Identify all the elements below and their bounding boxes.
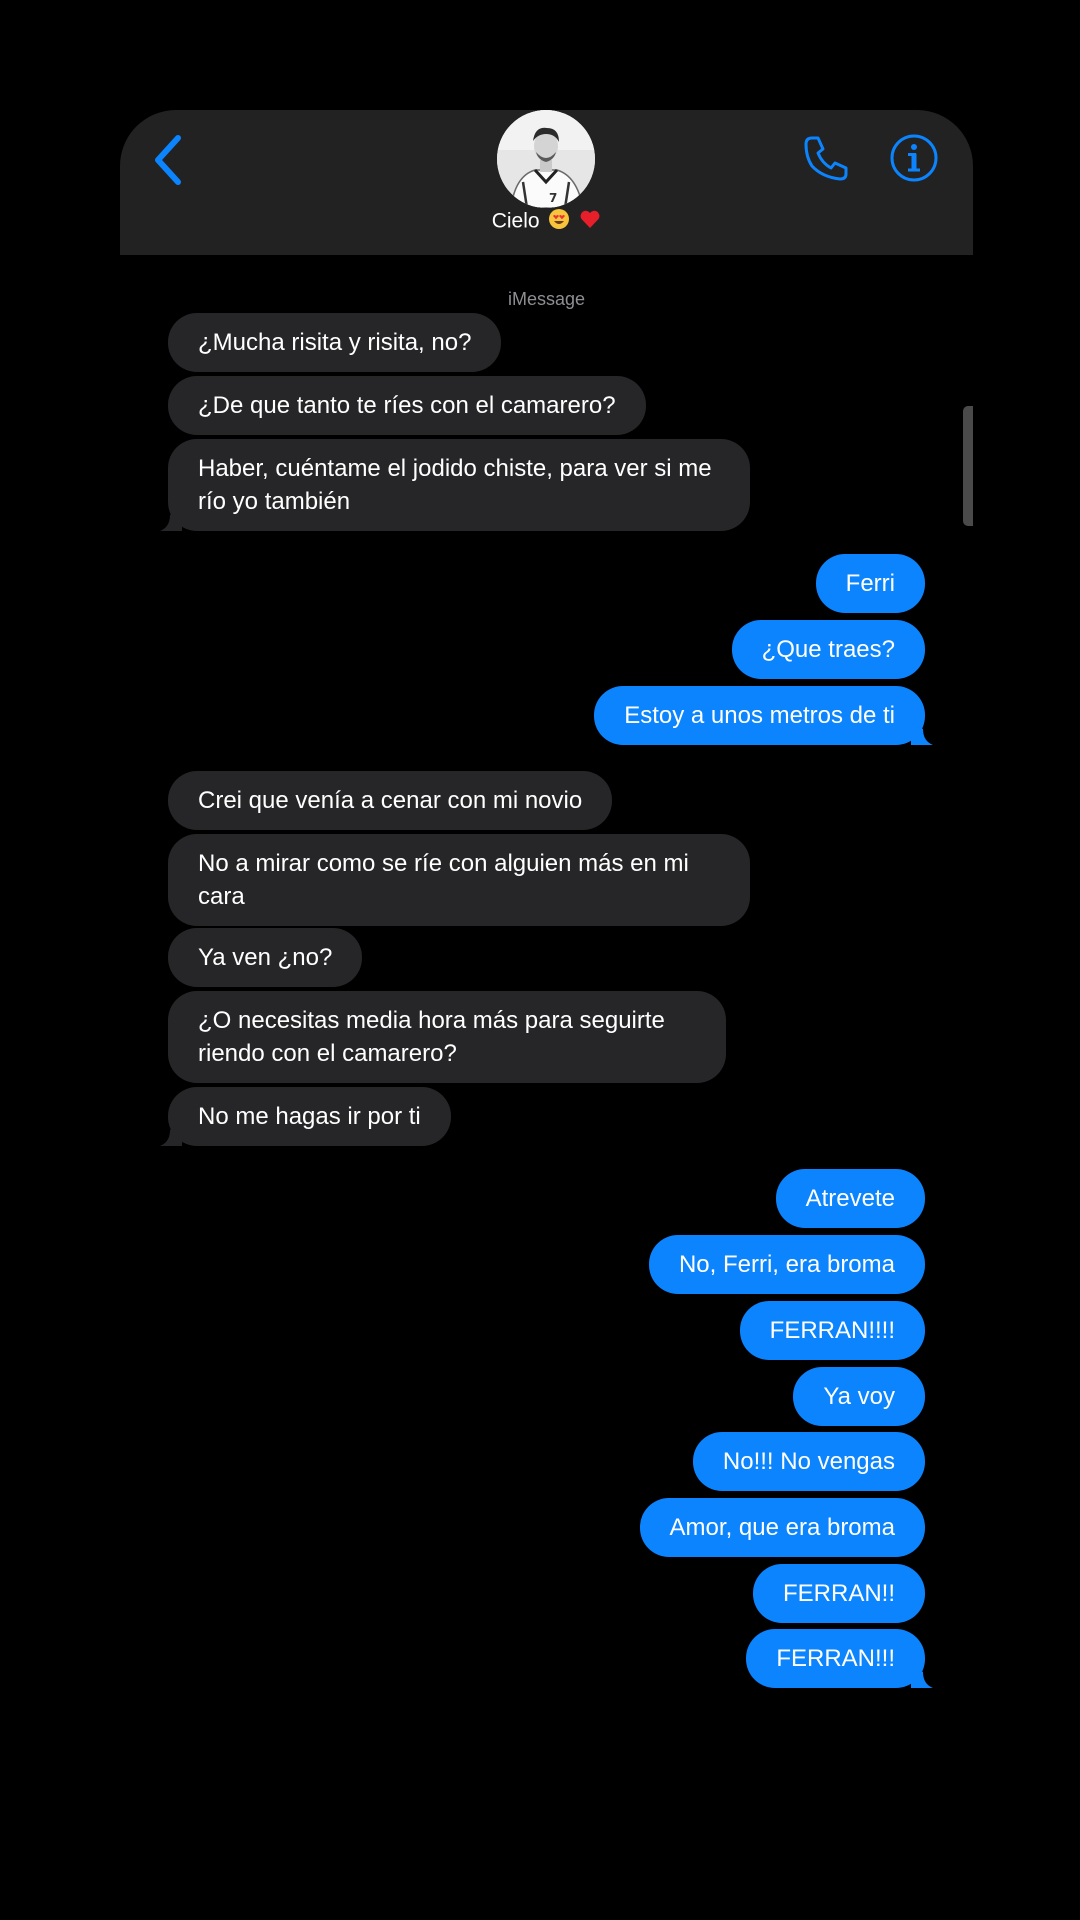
message-bubble-incoming[interactable]: No a mirar como se ríe con alguien más e…	[168, 834, 750, 926]
svg-text:7: 7	[549, 191, 557, 205]
message-bubble-outgoing[interactable]: No!!! No vengas	[692, 1432, 925, 1491]
message-text: Amor, que era broma	[669, 1514, 895, 1541]
info-icon[interactable]	[888, 132, 940, 184]
message-text: ¿O necesitas media hora más para seguirt…	[198, 1007, 665, 1067]
message-bubble-incoming[interactable]: No me hagas ir por ti	[160, 1087, 451, 1146]
message-text: FERRAN!!!	[776, 1645, 895, 1672]
message-bubble-incoming[interactable]: ¿O necesitas media hora más para seguirt…	[168, 991, 726, 1083]
message-text: Ya ven ¿no?	[198, 944, 333, 971]
message-bubble-incoming[interactable]: Crei que venía a cenar con mi novio	[168, 771, 613, 830]
message-text: FERRAN!!	[782, 1580, 895, 1607]
message-bubble-incoming[interactable]: Ya ven ¿no?	[168, 928, 363, 987]
message-bubble-outgoing[interactable]: FERRAN!!!!	[739, 1301, 925, 1360]
message-text: No, Ferri, era broma	[678, 1251, 895, 1278]
phone-icon[interactable]	[798, 130, 854, 186]
message-text: ¿De que tanto te ríes con el camarero?	[198, 392, 616, 419]
conversation-header: 7 Cielo	[120, 110, 973, 255]
message-text: ¿Mucha risita y risita, no?	[198, 329, 472, 356]
message-bubble-incoming[interactable]: Haber, cuéntame el jodido chiste, para v…	[160, 439, 750, 531]
message-text: No me hagas ir por ti	[198, 1103, 421, 1130]
message-bubble-outgoing[interactable]: Estoy a unos metros de ti	[594, 686, 933, 745]
message-text: No!!! No vengas	[722, 1448, 895, 1475]
chevron-left-icon[interactable]	[148, 130, 188, 190]
message-text: No a mirar como se ríe con alguien más e…	[198, 850, 689, 910]
message-bubble-outgoing[interactable]: FERRAN!!!	[746, 1629, 933, 1688]
message-text: Ferri	[845, 570, 895, 597]
message-text: ¿Que traes?	[761, 636, 895, 663]
bubble-tail	[911, 723, 933, 745]
heart-eyes-emoji	[548, 208, 570, 236]
contact-name-text: Cielo	[491, 209, 540, 233]
message-bubble-outgoing[interactable]: Ferri	[815, 554, 925, 613]
message-bubble-outgoing[interactable]: FERRAN!!	[752, 1564, 925, 1623]
message-text: Ya voy	[823, 1383, 895, 1410]
bubble-tail	[160, 509, 182, 531]
scroll-indicator[interactable]	[963, 406, 973, 526]
message-bubble-outgoing[interactable]: Amor, que era broma	[639, 1498, 925, 1557]
contact-name[interactable]: Cielo	[120, 208, 973, 238]
message-bubble-outgoing[interactable]: No, Ferri, era broma	[648, 1235, 925, 1294]
message-text: Estoy a unos metros de ti	[624, 702, 895, 729]
contact-avatar[interactable]: 7	[497, 110, 595, 208]
messages-screen: 7 Cielo iMessage ¿Mucha risita y risita,…	[120, 110, 973, 1710]
message-text: Haber, cuéntame el jodido chiste, para v…	[198, 455, 712, 515]
red-heart-emoji	[579, 208, 601, 236]
message-bubble-outgoing[interactable]: Atrevete	[775, 1169, 925, 1228]
message-text: Crei que venía a cenar con mi novio	[198, 787, 583, 814]
message-bubble-incoming[interactable]: ¿Mucha risita y risita, no?	[168, 313, 502, 372]
message-bubble-outgoing[interactable]: ¿Que traes?	[731, 620, 925, 679]
message-text: FERRAN!!!!	[769, 1317, 895, 1344]
service-label: iMessage	[507, 289, 586, 309]
bubble-tail	[160, 1124, 182, 1146]
bubble-tail	[911, 1666, 933, 1688]
message-text: Atrevete	[805, 1185, 895, 1212]
message-bubble-incoming[interactable]: ¿De que tanto te ríes con el camarero?	[168, 376, 646, 435]
message-bubble-outgoing[interactable]: Ya voy	[793, 1367, 925, 1426]
